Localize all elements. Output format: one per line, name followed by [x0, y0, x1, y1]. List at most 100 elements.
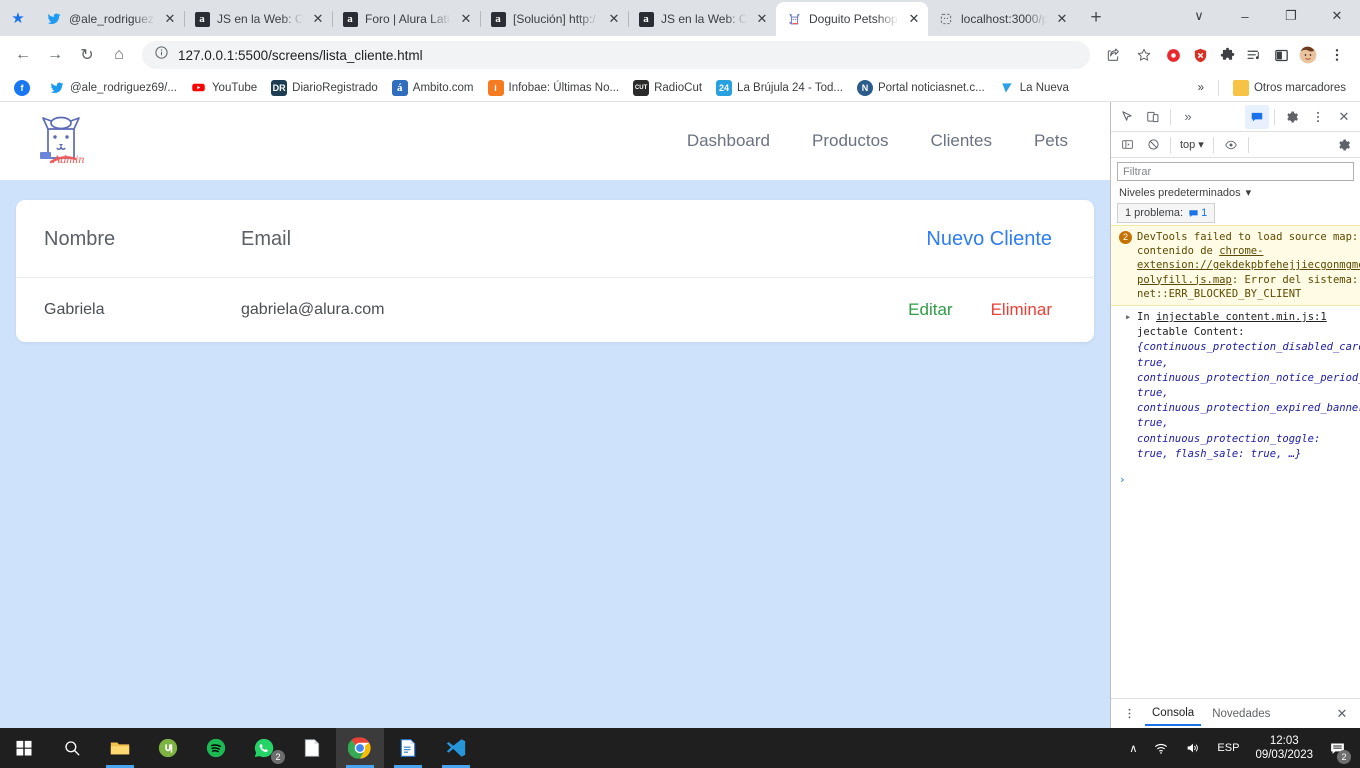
profile-avatar-icon[interactable] — [1295, 42, 1321, 68]
tab-close-icon[interactable]: ✕ — [906, 11, 922, 27]
problems-summary[interactable]: 1 problema: 1 — [1117, 203, 1216, 223]
bookmark-item[interactable]: N Portal noticiasnet.c... — [851, 77, 991, 99]
bookmark-item[interactable]: YouTube — [185, 77, 263, 99]
console-prompt[interactable]: › — [1111, 468, 1360, 491]
bookmark-item[interactable]: á Ambito.com — [386, 77, 480, 99]
bookmarks-overflow-icon[interactable]: » — [1192, 79, 1210, 97]
volume-icon[interactable] — [1177, 728, 1209, 768]
browser-tab-active[interactable]: Doguito Petshop ✕ — [776, 2, 928, 36]
nav-link-pets[interactable]: Pets — [1034, 131, 1068, 151]
file-explorer-button[interactable] — [96, 728, 144, 768]
browser-tab[interactable]: localhost:3000/p ✕ — [928, 2, 1076, 36]
drawer-tab-consola[interactable]: Consola — [1145, 701, 1202, 726]
utorrent-button[interactable] — [144, 728, 192, 768]
problems-count: 1 — [1201, 207, 1208, 219]
chrome-menu-icon[interactable] — [1322, 40, 1352, 70]
tray-overflow-icon[interactable]: ∧ — [1121, 728, 1145, 768]
live-expression-icon[interactable] — [1219, 133, 1243, 157]
wifi-icon[interactable] — [1145, 728, 1177, 768]
word-document-button[interactable] — [384, 728, 432, 768]
edit-link[interactable]: Editar — [908, 300, 952, 320]
search-button[interactable] — [48, 728, 96, 768]
bookmark-item[interactable]: f — [8, 77, 41, 99]
tab-close-icon[interactable]: ✕ — [606, 11, 622, 27]
drawer-tab-novedades[interactable]: Novedades — [1205, 702, 1277, 725]
console-log-message[interactable]: ▸ In injectable content.min.js:1 jectabl… — [1111, 306, 1360, 468]
console-sidebar-icon[interactable] — [1115, 133, 1139, 157]
log-levels-dropdown[interactable]: Niveles predeterminados ▾ — [1111, 184, 1360, 203]
bookmark-star-icon[interactable] — [1129, 40, 1159, 70]
forward-icon[interactable]: → — [40, 40, 70, 70]
google-chrome-button[interactable] — [336, 728, 384, 768]
share-icon[interactable] — [1098, 40, 1128, 70]
start-button[interactable] — [0, 728, 48, 768]
adguard-shield-icon[interactable] — [1187, 42, 1213, 68]
language-indicator[interactable]: ESP — [1209, 728, 1247, 768]
other-bookmarks-folder[interactable]: Otros marcadores — [1227, 77, 1352, 99]
info-circle-icon[interactable] — [154, 45, 169, 65]
bookmark-item[interactable]: 24 La Brújula 24 - Tod... — [710, 77, 849, 99]
media-list-icon[interactable] — [1241, 42, 1267, 68]
more-panels-icon[interactable]: » — [1176, 105, 1200, 129]
bookmark-item[interactable]: DR DiarioRegistrado — [265, 77, 384, 99]
diarioregistrado-icon: DR — [271, 79, 288, 96]
execution-context-selector[interactable]: top ▾ — [1176, 138, 1208, 152]
console-messages-icon[interactable] — [1245, 104, 1269, 129]
drawer-close-icon[interactable]: ✕ — [1330, 702, 1354, 726]
whatsapp-button[interactable]: 2 — [240, 728, 288, 768]
maximize-button[interactable]: ❐ — [1268, 0, 1314, 32]
tab-close-icon[interactable]: ✕ — [754, 11, 770, 27]
bookmark-item[interactable]: @ale_rodriguez69/... — [43, 77, 183, 99]
new-client-link[interactable]: Nuevo Cliente — [926, 228, 1052, 251]
tab-search-icon[interactable]: ∨ — [1176, 0, 1222, 32]
clear-console-icon[interactable] — [1141, 133, 1165, 157]
nav-link-clientes[interactable]: Clientes — [931, 131, 992, 151]
bookmark-item[interactable]: i Infobae: Últimas No... — [482, 77, 626, 99]
log-object-preview[interactable]: {continuous_protection_disabled_card: tr… — [1137, 341, 1360, 460]
spotify-button[interactable] — [192, 728, 240, 768]
extensions-puzzle-icon[interactable] — [1214, 42, 1240, 68]
console-warning-message[interactable]: 2 DevTools failed to load source map: No… — [1111, 225, 1360, 306]
tab-close-icon[interactable]: ✕ — [458, 11, 474, 27]
inspect-element-icon[interactable] — [1115, 105, 1139, 129]
bookmark-item[interactable]: La Nueva — [993, 77, 1075, 99]
labrujula24-icon: 24 — [716, 79, 733, 96]
tab-close-icon[interactable]: ✕ — [310, 11, 326, 27]
settings-gear-icon[interactable] — [1280, 105, 1304, 129]
console-output[interactable]: 2 DevTools failed to load source map: No… — [1111, 225, 1360, 698]
pinned-star-icon[interactable]: ★ — [0, 0, 36, 36]
bookmark-item[interactable]: CUT RadioCut — [627, 77, 708, 99]
more-tools-icon[interactable] — [1117, 702, 1141, 726]
console-filter-input[interactable]: Filtrar — [1117, 162, 1354, 181]
browser-tab[interactable]: a JS en la Web: CR ✕ — [184, 2, 332, 36]
log-source-link[interactable]: injectable content.min.js:1 — [1156, 311, 1327, 323]
browser-tab[interactable]: a Foro | Alura Lati ✕ — [332, 2, 480, 36]
new-tab-button[interactable]: + — [1082, 4, 1110, 32]
device-toolbar-icon[interactable] — [1141, 105, 1165, 129]
tab-close-icon[interactable]: ✕ — [162, 11, 178, 27]
delete-link[interactable]: Eliminar — [991, 300, 1052, 320]
sidebar-panel-icon[interactable] — [1268, 42, 1294, 68]
close-window-button[interactable]: ✕ — [1314, 0, 1360, 32]
minimize-button[interactable]: – — [1222, 0, 1268, 32]
back-icon[interactable]: ← — [8, 40, 38, 70]
record-dot-icon[interactable] — [1160, 42, 1186, 68]
clock[interactable]: 12:03 09/03/2023 — [1247, 734, 1321, 763]
nav-link-productos[interactable]: Productos — [812, 131, 889, 151]
more-options-icon[interactable] — [1306, 105, 1330, 129]
nav-link-dashboard[interactable]: Dashboard — [687, 131, 770, 151]
reload-icon[interactable]: ↻ — [72, 40, 102, 70]
console-settings-gear-icon[interactable] — [1332, 133, 1356, 157]
browser-tab[interactable]: a [Solución] http:/ ✕ — [480, 2, 628, 36]
address-bar[interactable]: 127.0.0.1:5500/screens/lista_cliente.htm… — [142, 41, 1090, 69]
tab-close-icon[interactable]: ✕ — [1054, 11, 1070, 27]
libreoffice-document-button[interactable] — [288, 728, 336, 768]
expand-triangle-icon[interactable]: ▸ — [1125, 310, 1131, 325]
doguito-admin-logo[interactable]: Admin — [34, 112, 90, 170]
home-icon[interactable]: ⌂ — [104, 40, 134, 70]
browser-tab[interactable]: a JS en la Web: CR ✕ — [628, 2, 776, 36]
browser-tab[interactable]: @ale_rodriguez69/... ✕ — [36, 2, 184, 36]
visual-studio-code-button[interactable] — [432, 728, 480, 768]
devtools-close-icon[interactable]: ✕ — [1332, 105, 1356, 129]
action-center-icon[interactable]: 2 — [1321, 728, 1354, 768]
